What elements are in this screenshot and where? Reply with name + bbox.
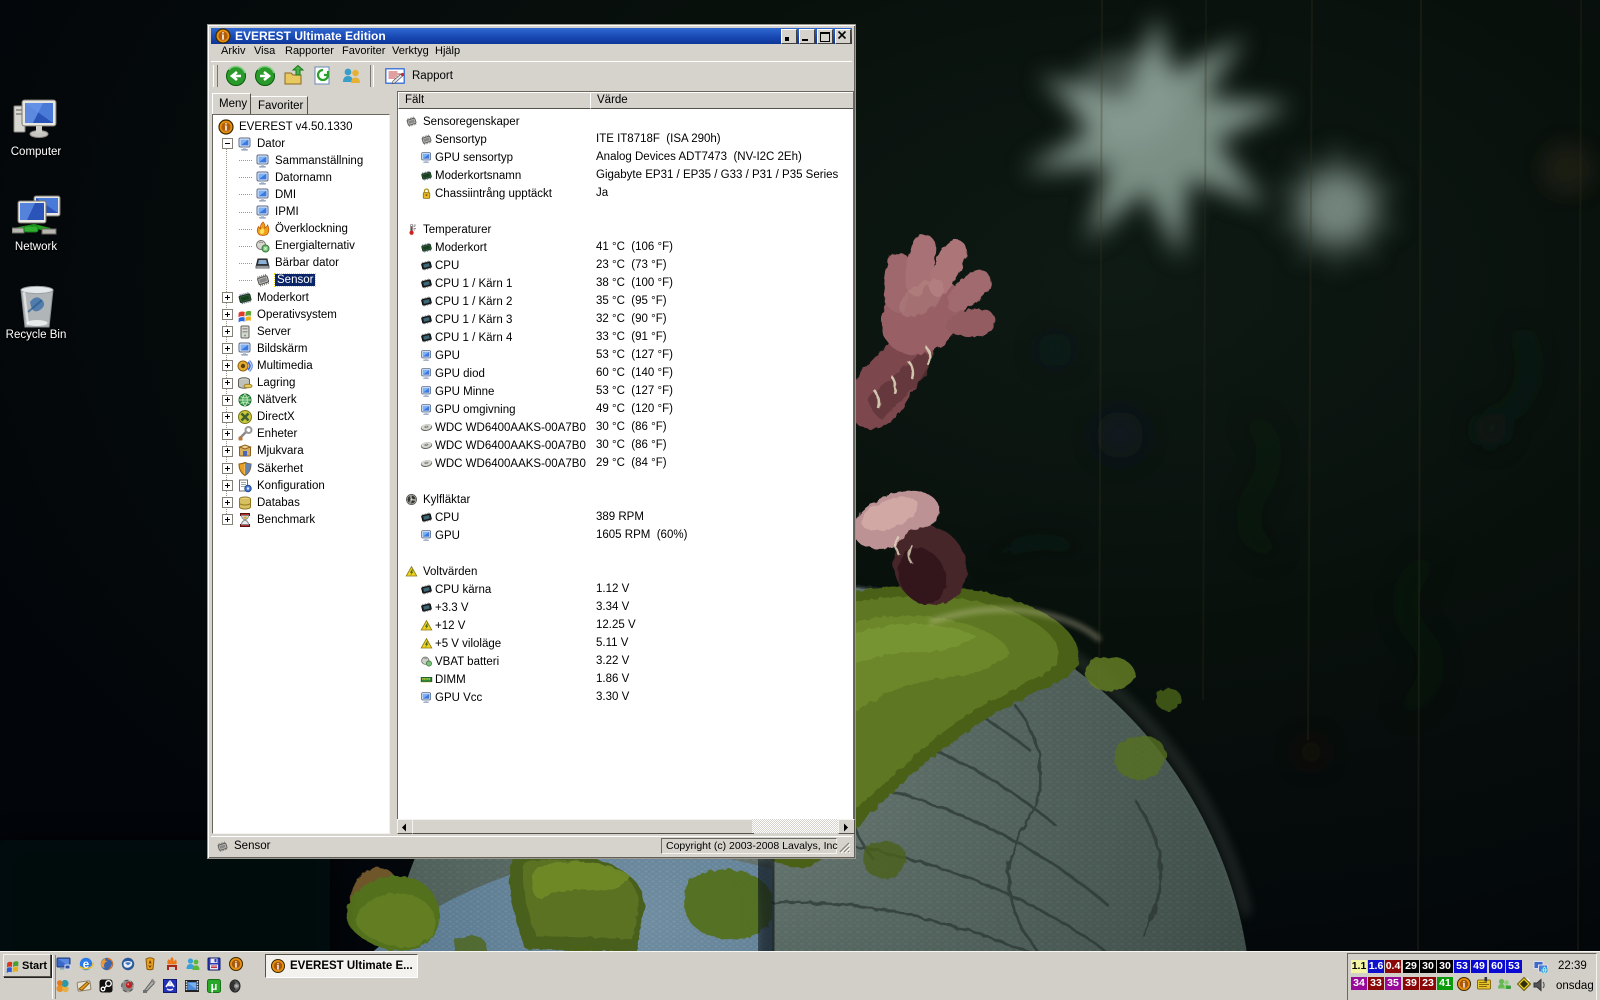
svg-text:i: i bbox=[235, 961, 238, 971]
svg-text:i: i bbox=[277, 963, 280, 973]
svg-text:μ: μ bbox=[211, 981, 218, 993]
svg-text:i: i bbox=[222, 32, 225, 43]
svg-text:i: i bbox=[225, 122, 228, 133]
svg-text:i: i bbox=[1463, 981, 1466, 991]
